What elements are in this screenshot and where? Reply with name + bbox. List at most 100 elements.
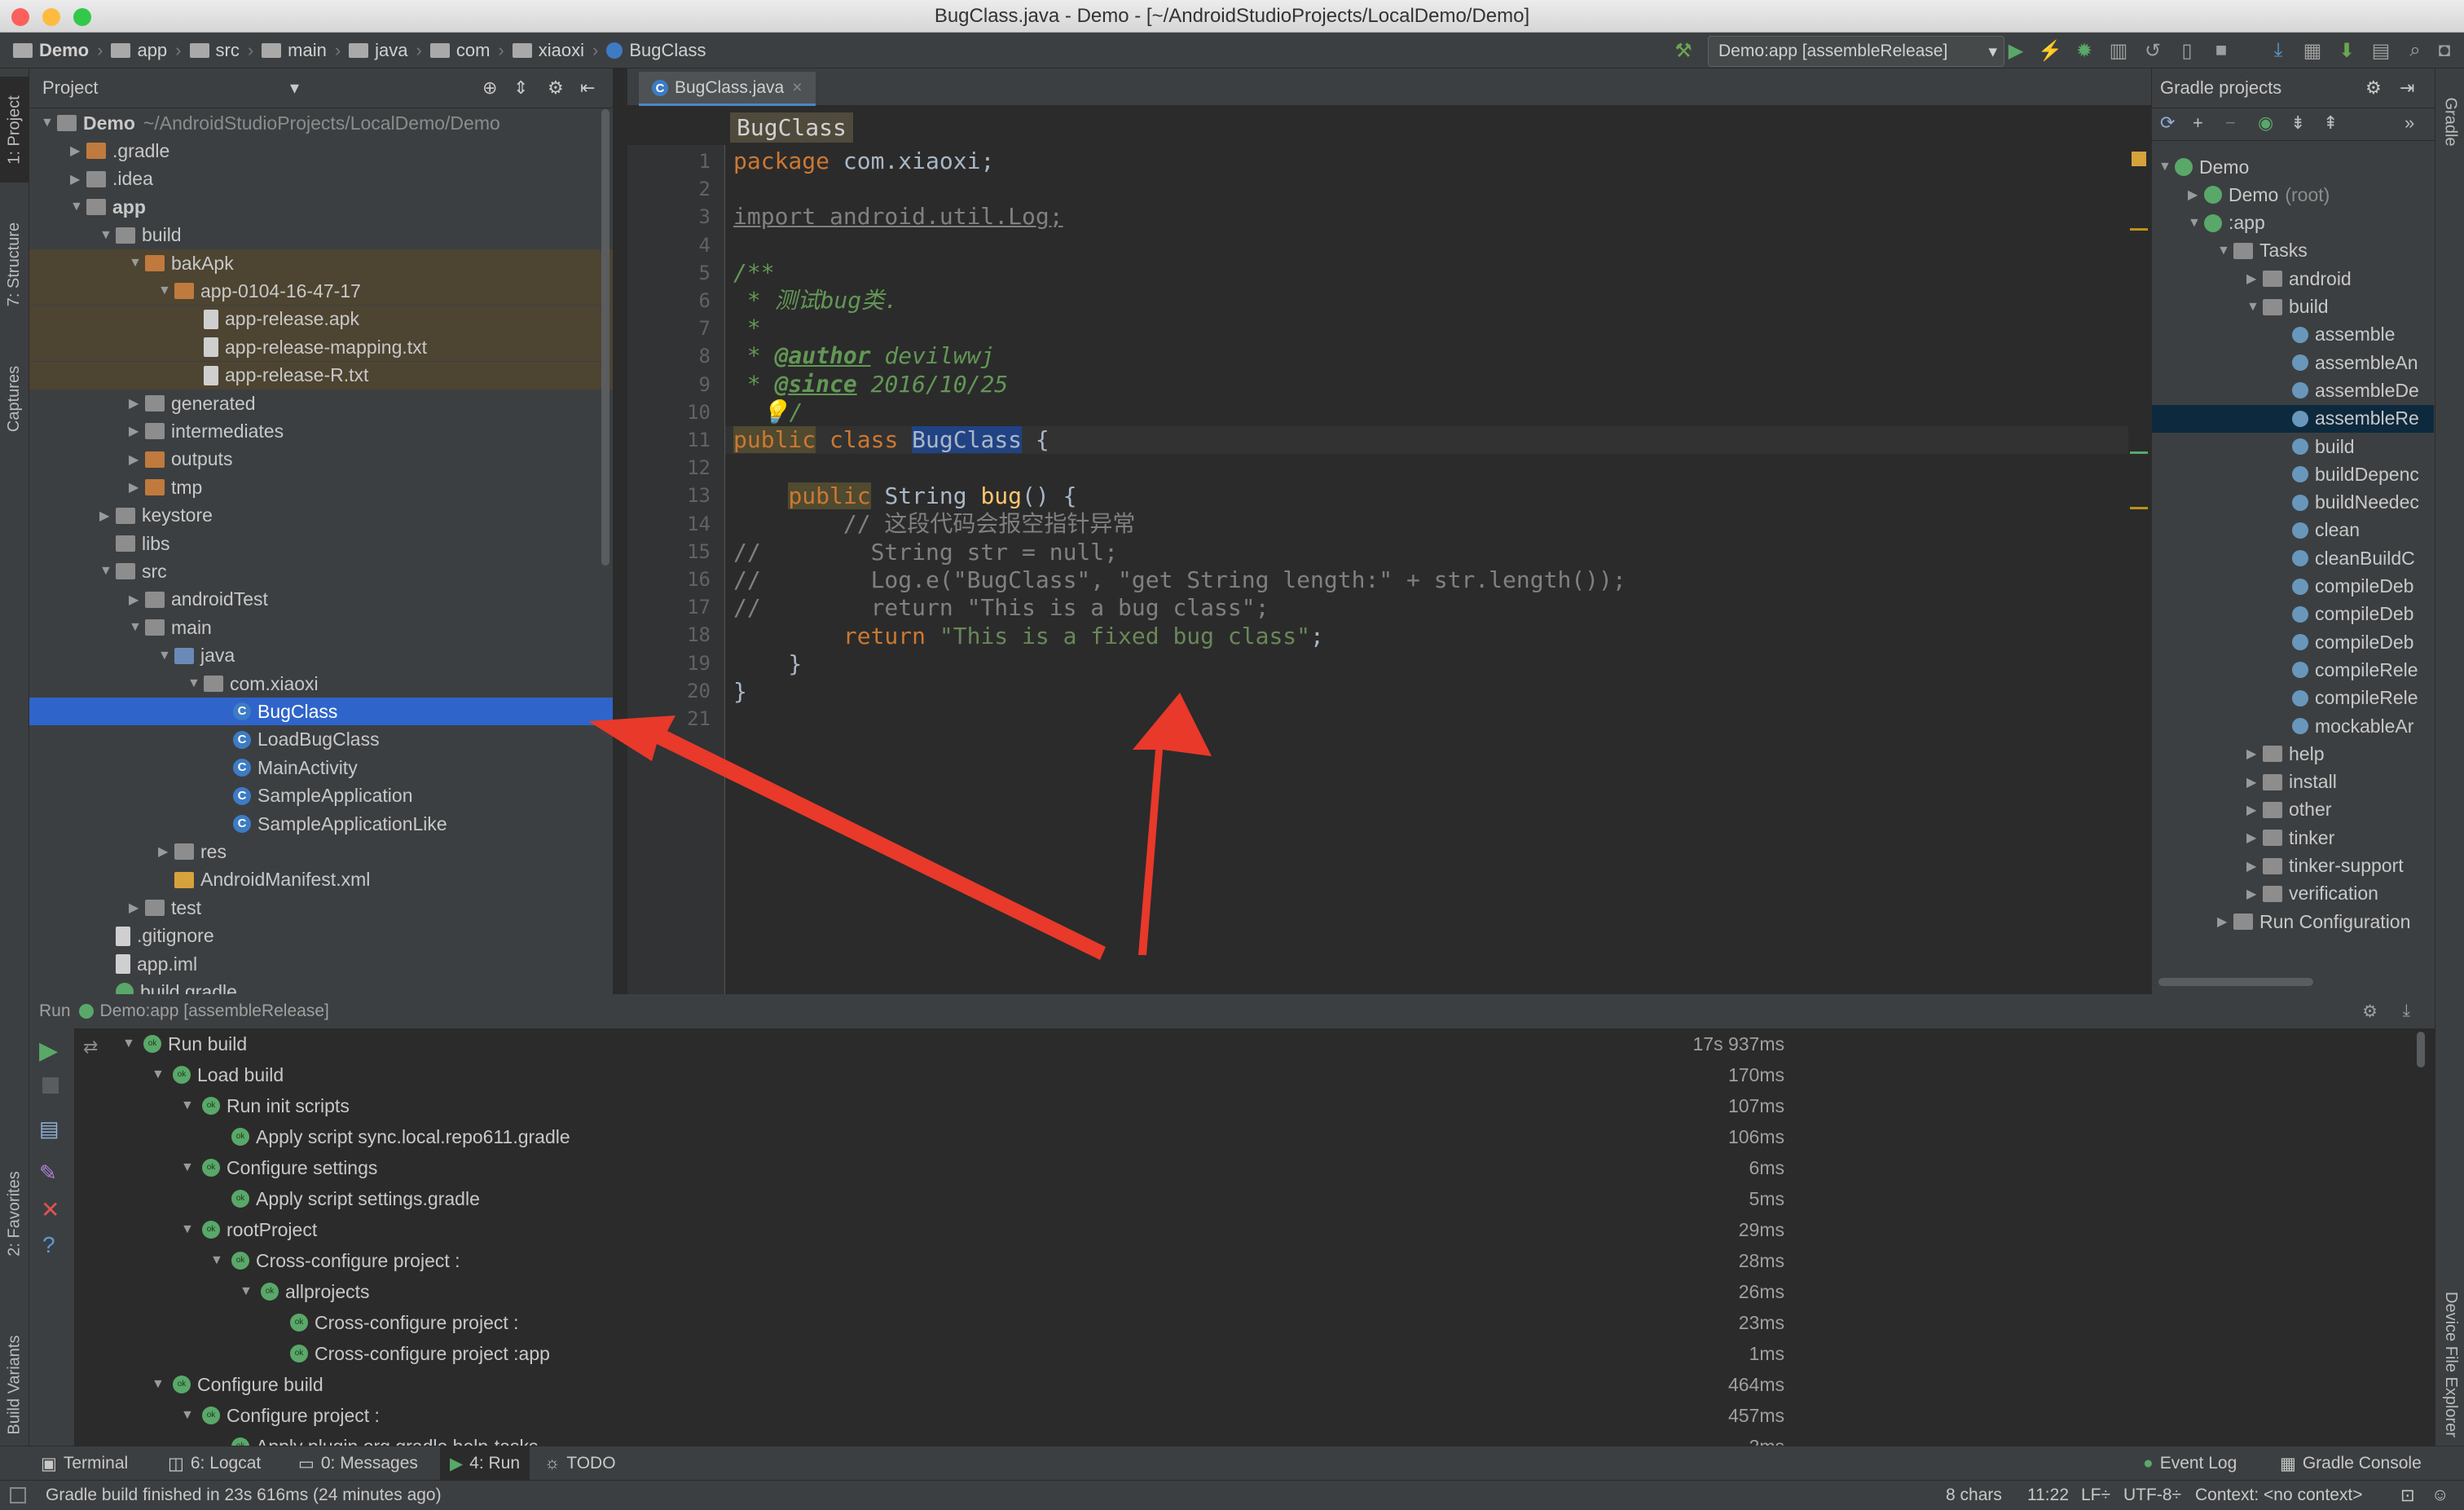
context-indicator[interactable]: Context: <no context> <box>2195 1486 2362 1505</box>
tree-item[interactable]: MainActivity <box>29 754 613 781</box>
expand-arrow-icon[interactable]: ▶ <box>2246 886 2263 902</box>
gradle-tree-item[interactable]: ▶ verification <box>2152 880 2434 908</box>
tree-item[interactable]: ▶ intermediates <box>29 417 613 445</box>
gradle-tree-item[interactable]: assembleAn <box>2152 349 2434 376</box>
expand-arrow-icon[interactable]: ▶ <box>129 900 145 916</box>
avd-manager-icon[interactable]: ▦ <box>2299 37 2325 64</box>
tree-item[interactable]: ▼ main <box>29 614 613 641</box>
expand-arrow-icon[interactable]: ▶ <box>129 479 145 495</box>
tab-bugclass-java[interactable]: BugClass.java × <box>639 72 816 106</box>
help-icon[interactable]: ? <box>42 1232 55 1258</box>
tree-item[interactable]: ▼ build <box>29 222 613 249</box>
collapse-arrow-icon[interactable]: ▼ <box>99 564 116 579</box>
collapse-arrow-icon[interactable]: ▼ <box>181 1160 202 1175</box>
gradle-tree-item[interactable]: compileDeb <box>2152 573 2434 601</box>
marker[interactable] <box>2130 507 2148 509</box>
collapse-arrow-icon[interactable]: ▼ <box>158 649 174 663</box>
build-step-row[interactable]: ▼ Run init scripts 107ms <box>114 1090 1784 1121</box>
gradle-tree-item[interactable]: ▶ Run Configuration <box>2152 908 2434 935</box>
tree-item[interactable]: ▶ tmp <box>29 473 613 501</box>
collapse-arrow-icon[interactable]: ▼ <box>158 284 174 298</box>
breadcrumb-item[interactable]: app › <box>111 33 182 68</box>
build-step-row[interactable]: Cross-configure project : 23ms <box>114 1307 1784 1338</box>
gradle-tree-item[interactable]: buildNeedec <box>2152 489 2434 517</box>
apply-changes-icon[interactable]: ⚡ <box>2037 37 2063 64</box>
expand-arrow-icon[interactable]: ▶ <box>2246 746 2263 762</box>
file-encoding[interactable]: UTF-8÷ <box>2123 1486 2181 1505</box>
collapse-arrow-icon[interactable]: ▼ <box>152 1068 173 1082</box>
toggle-view-icon[interactable]: ⇄ <box>83 1037 98 1058</box>
breadcrumb-item[interactable]: BugClass <box>606 33 706 68</box>
tree-item[interactable]: .gitignore <box>29 922 613 950</box>
build-step-row[interactable]: ▼ Load build 170ms <box>114 1059 1784 1090</box>
tree-item[interactable]: ▶ test <box>29 894 613 922</box>
build-step-row[interactable]: Cross-configure project :app 1ms <box>114 1338 1784 1369</box>
pin-icon[interactable]: ✎ <box>39 1160 57 1186</box>
gradle-tree-item[interactable]: compileRele <box>2152 656 2434 684</box>
collapse-arrow-icon[interactable]: ▼ <box>240 1284 261 1299</box>
tree-item[interactable]: SampleApplication <box>29 782 613 810</box>
hide-panel-icon[interactable]: ⇥ <box>2400 77 2414 99</box>
tree-item[interactable]: BugClass <box>29 698 613 726</box>
build-step-row[interactable]: ▼ Run build 17s 937ms <box>114 1028 1784 1059</box>
gradle-tree-item[interactable]: compileRele <box>2152 685 2434 712</box>
tab-structure[interactable]: 7: Structure <box>0 207 29 321</box>
collapse-arrow-icon[interactable]: ▼ <box>181 1408 202 1423</box>
collapse-arrow-icon[interactable]: ▼ <box>129 620 145 635</box>
build-step-row[interactable]: ▼ Configure build 464ms <box>114 1369 1784 1400</box>
gradle-tree-item[interactable]: cleanBuildC <box>2152 544 2434 572</box>
profile-icon[interactable]: ▥ <box>2105 37 2132 64</box>
breadcrumb-item[interactable]: com › <box>429 33 504 68</box>
expand-arrow-icon[interactable]: ▶ <box>2188 187 2204 203</box>
collapse-all-icon[interactable]: ⇞ <box>2323 112 2338 134</box>
collapse-arrow-icon[interactable]: ▼ <box>2188 216 2204 231</box>
tab-favorites[interactable]: 2: Favorites <box>0 1152 29 1274</box>
expand-arrow-icon[interactable]: ▶ <box>2246 802 2263 818</box>
tree-item[interactable]: ▶ res <box>29 838 613 865</box>
tree-item[interactable]: app-release.apk <box>29 305 613 333</box>
build-hammer-icon[interactable]: ⚒ <box>1670 37 1696 64</box>
chevron-down-icon[interactable]: ▾ <box>290 77 299 99</box>
tree-item[interactable]: ▼ src <box>29 557 613 585</box>
build-step-row[interactable]: ▼ Configure project : 457ms <box>114 1400 1784 1431</box>
collapse-arrow-icon[interactable]: ▼ <box>70 200 86 214</box>
run-task-icon[interactable]: ◉ <box>2258 112 2273 134</box>
tree-item[interactable]: SampleApplicationLike <box>29 810 613 838</box>
device-icon[interactable]: ▯ <box>2174 37 2200 64</box>
user-icon[interactable]: ◘ <box>2431 37 2457 64</box>
tree-item[interactable]: app.iml <box>29 950 613 978</box>
gradle-tree-item[interactable]: mockableAr <box>2152 712 2434 740</box>
expand-arrow-icon[interactable]: ▶ <box>2246 271 2263 287</box>
tree-item[interactable]: libs <box>29 530 613 557</box>
gradle-tree-item[interactable]: compileDeb <box>2152 601 2434 628</box>
tree-item[interactable]: ▶ keystore <box>29 502 613 530</box>
gear-icon[interactable]: ⚙ <box>2365 77 2382 99</box>
gradle-tree-item[interactable]: clean <box>2152 517 2434 544</box>
gradle-tree-item[interactable]: ▼ Demo <box>2152 153 2434 181</box>
tree-item[interactable]: ▼ java <box>29 642 613 670</box>
tab-build-variants[interactable]: Build Variants <box>0 1315 29 1454</box>
breadcrumb-item[interactable]: xiaoxi › <box>512 33 598 68</box>
build-step-row[interactable]: Apply script sync.local.repo611.gradle 10… <box>114 1121 1784 1152</box>
stop-icon[interactable] <box>42 1077 59 1094</box>
marker[interactable] <box>2130 228 2148 231</box>
expand-arrow-icon[interactable]: ▶ <box>2246 830 2263 846</box>
rerun-icon[interactable]: ▶ <box>39 1037 58 1065</box>
tab-gradle-console[interactable]: ▦ Gradle Console <box>2280 1446 2422 1481</box>
build-step-row[interactable]: ▼ allprojects 26ms <box>114 1276 1784 1307</box>
collapse-arrow-icon[interactable]: ▼ <box>210 1253 231 1268</box>
tree-item[interactable]: LoadBugClass <box>29 726 613 754</box>
tab-messages[interactable]: ▭ 0: Messages <box>298 1446 418 1481</box>
gradle-tree-item[interactable]: ▼ build <box>2152 293 2434 321</box>
run-icon[interactable]: ▶ <box>2003 37 2029 64</box>
collapse-arrow-icon[interactable]: ▼ <box>122 1037 143 1051</box>
stop-icon[interactable]: ■ <box>2208 37 2234 64</box>
tab-terminal[interactable]: ▣ Terminal <box>41 1446 128 1481</box>
build-step-row[interactable]: Apply script settings.gradle 5ms <box>114 1183 1784 1214</box>
tree-item[interactable]: AndroidManifest.xml <box>29 866 613 894</box>
run-config-select[interactable]: Demo:app [assembleRelease] ▾ <box>1708 36 2004 67</box>
tab-project[interactable]: 1: Project <box>0 77 29 183</box>
tab-todo[interactable]: ☼ TODO <box>544 1446 616 1481</box>
gradle-tree-item[interactable]: ▼ Tasks <box>2152 237 2434 265</box>
expand-arrow-icon[interactable]: ▶ <box>70 171 86 187</box>
